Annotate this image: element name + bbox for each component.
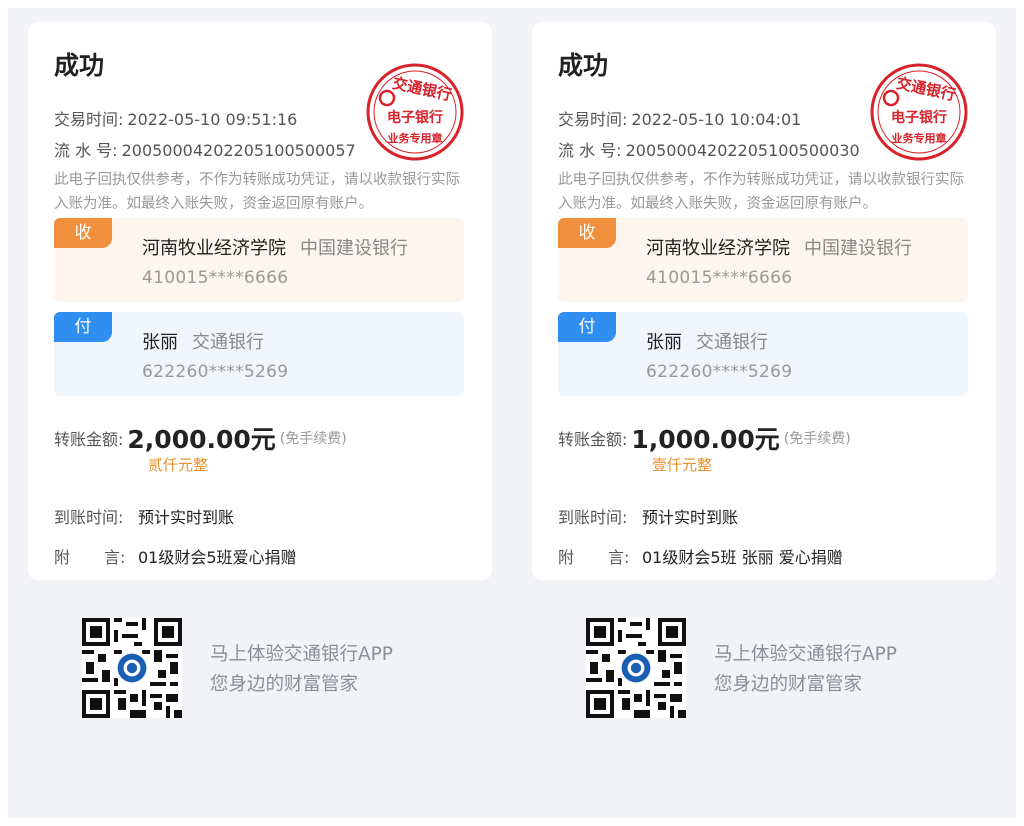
serial-number-label: 流 水 号: [558, 141, 622, 160]
status-title: 成功 [54, 51, 105, 80]
promo-text[interactable]: 马上体验交通银行APP 您身边的财富管家 [714, 640, 897, 700]
payee-account: 410015****6666 [142, 268, 289, 288]
arrival-label: 到账时间: [558, 508, 628, 527]
memo-label-a: 附 [558, 548, 575, 567]
transaction-time-row: 交易时间: 2022-05-10 10:04:01 [558, 106, 801, 130]
payer-name: 张丽 [646, 332, 682, 353]
arrival-row: 到账时间: 预计实时到账 [54, 504, 234, 528]
payee-panel: 收 河南牧业经济学院 中国建设银行 410015****6666 [54, 218, 464, 302]
payer-account: 622260****5269 [142, 362, 289, 382]
memo-label-a: 附 [54, 548, 71, 567]
payee-name: 河南牧业经济学院 [646, 238, 790, 259]
memo-label-b: 言: [104, 548, 126, 567]
payee-name-row: 河南牧业经济学院 中国建设银行 [142, 234, 408, 260]
memo-value: 01级财会5班 张丽 爱心捐赠 [642, 548, 843, 567]
transaction-time-value: 2022-05-10 10:04:01 [631, 110, 802, 129]
payer-tag: 付 [558, 312, 616, 342]
stamp-mid-text: 电子银行 [387, 109, 443, 126]
payer-name-row: 张丽 交通银行 [142, 328, 264, 354]
promo-line-1: 马上体验交通银行APP [714, 644, 897, 665]
payer-name-row: 张丽 交通银行 [646, 328, 768, 354]
payer-panel: 付 张丽 交通银行 622260****5269 [558, 312, 968, 396]
transaction-time-label: 交易时间: [54, 110, 124, 129]
amount-row: 转账金额: 2,000.00元 (免手续费) [54, 420, 347, 456]
promo-line-2: 您身边的财富管家 [210, 674, 359, 695]
memo-label: 附 言: [54, 544, 138, 568]
stamp-bottom-text: 业务专用章 [388, 131, 443, 145]
memo-row: 附 言: 01级财会5班爱心捐赠 [54, 544, 297, 568]
disclaimer-text: 此电子回执仅供参考，不作为转账成功凭证，请以收款银行实际入账为准。如最终入账失败… [558, 172, 964, 212]
disclaimer-text: 此电子回执仅供参考，不作为转账成功凭证，请以收款银行实际入账为准。如最终入账失败… [54, 172, 460, 212]
arrival-value: 预计实时到账 [642, 508, 739, 527]
serial-number-row: 流 水 号: 20050004202205100500030 [558, 137, 860, 161]
payee-panel: 收 河南牧业经济学院 中国建设银行 410015****6666 [558, 218, 968, 302]
memo-value: 01级财会5班爱心捐赠 [138, 548, 297, 567]
stamp-mid-text: 电子银行 [891, 109, 947, 126]
app-promo[interactable]: 马上体验交通银行APP 您身边的财富管家 [586, 618, 1006, 718]
serial-number-value: 20050004202205100500030 [625, 141, 860, 160]
bank-seal-icon: 交通银行 电子银行 业务专用章 [366, 63, 464, 161]
amount-chinese: 贰仟元整 [148, 456, 209, 474]
payer-bank: 交通银行 [192, 332, 264, 353]
amount-value: 2,000.00元 [127, 425, 276, 454]
receipt-card: 成功 交易时间: 2022-05-10 09:51:16 流 水 号: 200500… [28, 22, 492, 580]
amount-chinese: 壹仟元整 [652, 456, 713, 474]
serial-number-value: 20050004202205100500057 [121, 141, 356, 160]
arrival-label: 到账时间: [54, 508, 124, 527]
promo-line-2: 您身边的财富管家 [714, 674, 863, 695]
memo-label-b: 言: [608, 548, 630, 567]
memo-row: 附 言: 01级财会5班 张丽 爱心捐赠 [558, 544, 843, 568]
amount-fee: (免手续费) [783, 431, 851, 447]
payee-bank: 中国建设银行 [300, 238, 408, 259]
transaction-time-row: 交易时间: 2022-05-10 09:51:16 [54, 106, 297, 130]
amount-label: 转账金额: [54, 430, 124, 449]
transaction-time-label: 交易时间: [558, 110, 628, 129]
arrival-row: 到账时间: 预计实时到账 [558, 504, 738, 528]
amount-label: 转账金额: [558, 430, 628, 449]
qr-code-icon[interactable] [586, 618, 686, 718]
payee-name-row: 河南牧业经济学院 中国建设银行 [646, 234, 912, 260]
payee-bank: 中国建设银行 [804, 238, 912, 259]
receipt-column-2: 成功 交易时间: 2022-05-10 10:04:01 流 水 号: 200500… [512, 8, 1016, 818]
serial-number-label: 流 水 号: [54, 141, 118, 160]
serial-number-row: 流 水 号: 20050004202205100500057 [54, 137, 356, 161]
transaction-time-value: 2022-05-10 09:51:16 [127, 110, 298, 129]
payer-account: 622260****5269 [646, 362, 793, 382]
promo-text[interactable]: 马上体验交通银行APP 您身边的财富管家 [210, 640, 393, 700]
app-promo[interactable]: 马上体验交通银行APP 您身边的财富管家 [82, 618, 502, 718]
qr-code-icon[interactable] [82, 618, 182, 718]
receipt-screen: 成功 交易时间: 2022-05-10 09:51:16 流 水 号: 200500… [8, 8, 1016, 818]
status-title: 成功 [558, 51, 609, 80]
receipt-column-1: 成功 交易时间: 2022-05-10 09:51:16 流 水 号: 200500… [8, 8, 512, 818]
payer-name: 张丽 [142, 332, 178, 353]
amount-fee: (免手续费) [279, 431, 347, 447]
bank-seal-icon: 交通银行 电子银行 业务专用章 [870, 63, 968, 161]
promo-line-1: 马上体验交通银行APP [210, 644, 393, 665]
payee-name: 河南牧业经济学院 [142, 238, 286, 259]
payer-tag: 付 [54, 312, 112, 342]
amount-value: 1,000.00元 [631, 425, 780, 454]
payee-tag: 收 [558, 218, 616, 248]
receipt-card: 成功 交易时间: 2022-05-10 10:04:01 流 水 号: 200500… [532, 22, 996, 580]
arrival-value: 预计实时到账 [138, 508, 235, 527]
payee-account: 410015****6666 [646, 268, 793, 288]
payer-bank: 交通银行 [696, 332, 768, 353]
memo-label: 附 言: [558, 544, 642, 568]
amount-row: 转账金额: 1,000.00元 (免手续费) [558, 420, 851, 456]
stamp-bottom-text: 业务专用章 [892, 131, 947, 145]
payer-panel: 付 张丽 交通银行 622260****5269 [54, 312, 464, 396]
payee-tag: 收 [54, 218, 112, 248]
